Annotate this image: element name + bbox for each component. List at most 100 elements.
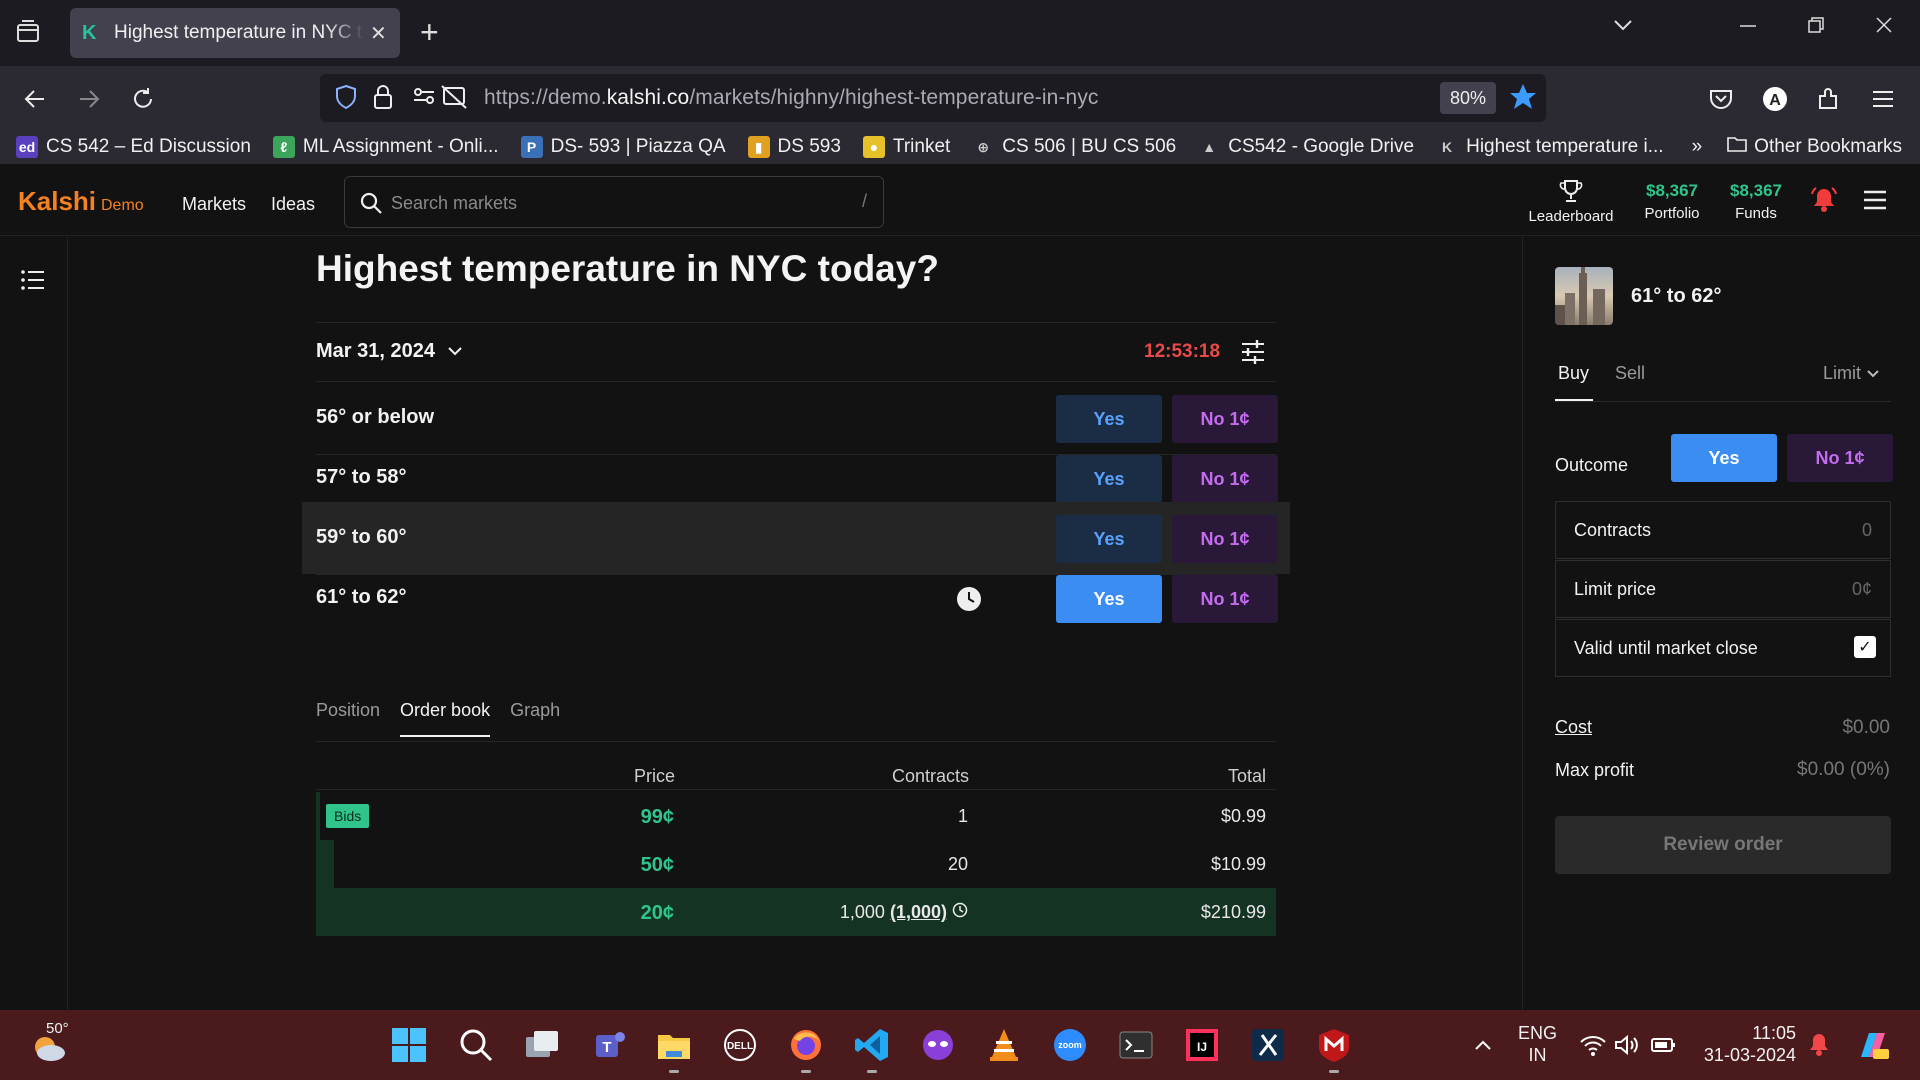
- tab-list-icon[interactable]: [14, 18, 46, 50]
- notification-bell-icon[interactable]: [1810, 186, 1838, 219]
- search-input[interactable]: [391, 189, 831, 217]
- yes-button[interactable]: Yes: [1056, 395, 1162, 443]
- date-selector[interactable]: Mar 31, 2024: [316, 340, 463, 363]
- language-indicator[interactable]: ENG IN: [1518, 1022, 1557, 1066]
- firefox-icon[interactable]: [785, 1024, 827, 1066]
- valid-until-close-row[interactable]: Valid until market close ✓: [1555, 619, 1891, 677]
- url-text[interactable]: https://demo.kalshi.co/markets/highny/hi…: [484, 86, 1099, 110]
- funds-button[interactable]: $8,367 Funds: [1720, 181, 1792, 222]
- forward-icon[interactable]: [72, 82, 106, 116]
- copilot-icon[interactable]: [1852, 1024, 1894, 1066]
- tab-position[interactable]: Position: [316, 700, 380, 737]
- battery-icon[interactable]: [1642, 1024, 1684, 1066]
- reload-icon[interactable]: [126, 82, 160, 116]
- bookmark-item[interactable]: ⊕ CS 506 | BU CS 506: [972, 136, 1176, 158]
- orderbook-row[interactable]: 20¢ 1,000 (1,000) $210.99: [316, 888, 1276, 936]
- no-button[interactable]: No 1¢: [1172, 455, 1278, 503]
- valid-until-close-checkbox[interactable]: ✓: [1854, 636, 1876, 658]
- account-avatar-icon[interactable]: A: [1758, 82, 1792, 116]
- own-contracts-link[interactable]: (1,000): [890, 902, 947, 922]
- teams-icon[interactable]: T: [587, 1024, 629, 1066]
- minimize-icon[interactable]: [1738, 14, 1758, 42]
- order-yes-button[interactable]: Yes: [1671, 434, 1777, 482]
- no-button[interactable]: No 1¢: [1172, 515, 1278, 563]
- other-bookmarks[interactable]: » Other Bookmarks: [1692, 135, 1902, 159]
- nav-ideas[interactable]: Ideas: [271, 194, 315, 215]
- task-view-icon[interactable]: [521, 1024, 563, 1066]
- limit-price-value[interactable]: 0¢: [1852, 579, 1872, 600]
- tab-graph[interactable]: Graph: [510, 700, 560, 737]
- no-button[interactable]: No 1¢: [1172, 395, 1278, 443]
- vscode-icon[interactable]: [851, 1024, 893, 1066]
- bookmark-item[interactable]: ℓ ML Assignment - Onli...: [272, 136, 499, 158]
- browser-tab-bar: K Highest temperature in NYC today? ✕ +: [0, 0, 1920, 66]
- tab-order-book[interactable]: Order book: [400, 700, 491, 737]
- permissions-icon[interactable]: [412, 84, 468, 115]
- new-tab-icon[interactable]: +: [420, 14, 439, 51]
- bookmark-item[interactable]: ▮ DS 593: [747, 136, 841, 158]
- tracking-shield-icon[interactable]: [334, 83, 358, 116]
- clock[interactable]: 11:05 31-03-2024: [1700, 1022, 1796, 1066]
- yes-button[interactable]: Yes: [1056, 575, 1162, 623]
- list-view-icon[interactable]: [20, 269, 46, 296]
- list-all-tabs-chevron-icon[interactable]: [1612, 14, 1634, 43]
- overflow-chevrons-icon[interactable]: »: [1692, 136, 1703, 158]
- tab-sell[interactable]: Sell: [1615, 363, 1645, 384]
- orderbook-row[interactable]: 50¢ 20 $10.99: [316, 840, 1276, 888]
- filter-sliders-icon[interactable]: [1240, 339, 1266, 370]
- file-explorer-icon[interactable]: [653, 1024, 695, 1066]
- limit-price-field[interactable]: Limit price 0¢: [1555, 560, 1891, 618]
- bookmark-star-icon[interactable]: [1508, 82, 1538, 117]
- no-button[interactable]: No 1¢: [1172, 575, 1278, 623]
- url-bar[interactable]: https://demo.kalshi.co/markets/highny/hi…: [320, 74, 1546, 122]
- leaderboard-button[interactable]: Leaderboard: [1526, 178, 1616, 225]
- search-box[interactable]: /: [344, 176, 884, 228]
- close-window-icon[interactable]: [1874, 14, 1894, 42]
- chevron-up-icon[interactable]: [1462, 1024, 1504, 1066]
- bookmark-item[interactable]: ▲ CS542 - Google Drive: [1198, 136, 1414, 158]
- order-no-button[interactable]: No 1¢: [1787, 434, 1893, 482]
- search-icon[interactable]: [455, 1024, 497, 1066]
- bookmark-label: Highest temperature i...: [1466, 136, 1664, 157]
- order-type-select[interactable]: Limit: [1823, 363, 1880, 384]
- portfolio-button[interactable]: $8,367 Portfolio: [1636, 181, 1708, 222]
- bookmark-item[interactable]: K Highest temperature i...: [1436, 136, 1664, 158]
- outcome-row[interactable]: 61° to 62° Yes No 1¢: [316, 562, 1278, 634]
- intellij-icon[interactable]: IJ: [1181, 1024, 1223, 1066]
- nav-markets[interactable]: Markets: [182, 194, 246, 215]
- vlc-icon[interactable]: [983, 1024, 1025, 1066]
- yes-button[interactable]: Yes: [1056, 455, 1162, 503]
- snipping-tool-icon[interactable]: [1247, 1024, 1289, 1066]
- contracts-field[interactable]: Contracts 0: [1555, 501, 1891, 559]
- cost-label[interactable]: Cost: [1555, 717, 1592, 738]
- bookmark-favicon-icon: K: [1442, 139, 1453, 155]
- orderbook-row[interactable]: Bids 99¢ 1 $0.99: [316, 792, 1276, 840]
- mask-app-icon[interactable]: [917, 1024, 959, 1066]
- pocket-icon[interactable]: [1704, 82, 1738, 116]
- mcafee-icon[interactable]: [1313, 1024, 1355, 1066]
- bookmark-item[interactable]: ed CS 542 – Ed Discussion: [16, 136, 251, 158]
- lock-icon[interactable]: [372, 83, 394, 116]
- kalshi-logo[interactable]: Kalshi: [18, 186, 96, 217]
- contracts-value[interactable]: 0: [1862, 520, 1872, 541]
- back-icon[interactable]: [18, 82, 52, 116]
- tab-buy[interactable]: Buy: [1558, 363, 1589, 384]
- restore-icon[interactable]: [1806, 14, 1826, 42]
- windows-start-icon[interactable]: [388, 1024, 430, 1066]
- zoom-icon[interactable]: zoom: [1049, 1024, 1091, 1066]
- bookmark-item[interactable]: ● Trinket: [862, 136, 950, 158]
- notifications-bell-icon[interactable]: [1798, 1024, 1840, 1066]
- zoom-level-badge[interactable]: 80%: [1440, 82, 1497, 114]
- dell-icon[interactable]: DELL: [719, 1024, 761, 1066]
- tab-close-icon[interactable]: ✕: [370, 21, 387, 46]
- review-order-button[interactable]: Review order: [1555, 816, 1891, 874]
- browser-tab-active[interactable]: K Highest temperature in NYC today? ✕: [70, 8, 400, 58]
- yes-button[interactable]: Yes: [1056, 515, 1162, 563]
- other-bookmarks-label: Other Bookmarks: [1754, 136, 1902, 157]
- menu-hamburger-icon[interactable]: [1866, 82, 1900, 116]
- price-cell: 50¢: [640, 854, 674, 876]
- bookmark-item[interactable]: P DS- 593 | Piazza QA: [520, 136, 726, 158]
- terminal-icon[interactable]: [1115, 1024, 1157, 1066]
- extensions-icon[interactable]: [1812, 82, 1846, 116]
- site-menu-icon[interactable]: [1862, 188, 1888, 217]
